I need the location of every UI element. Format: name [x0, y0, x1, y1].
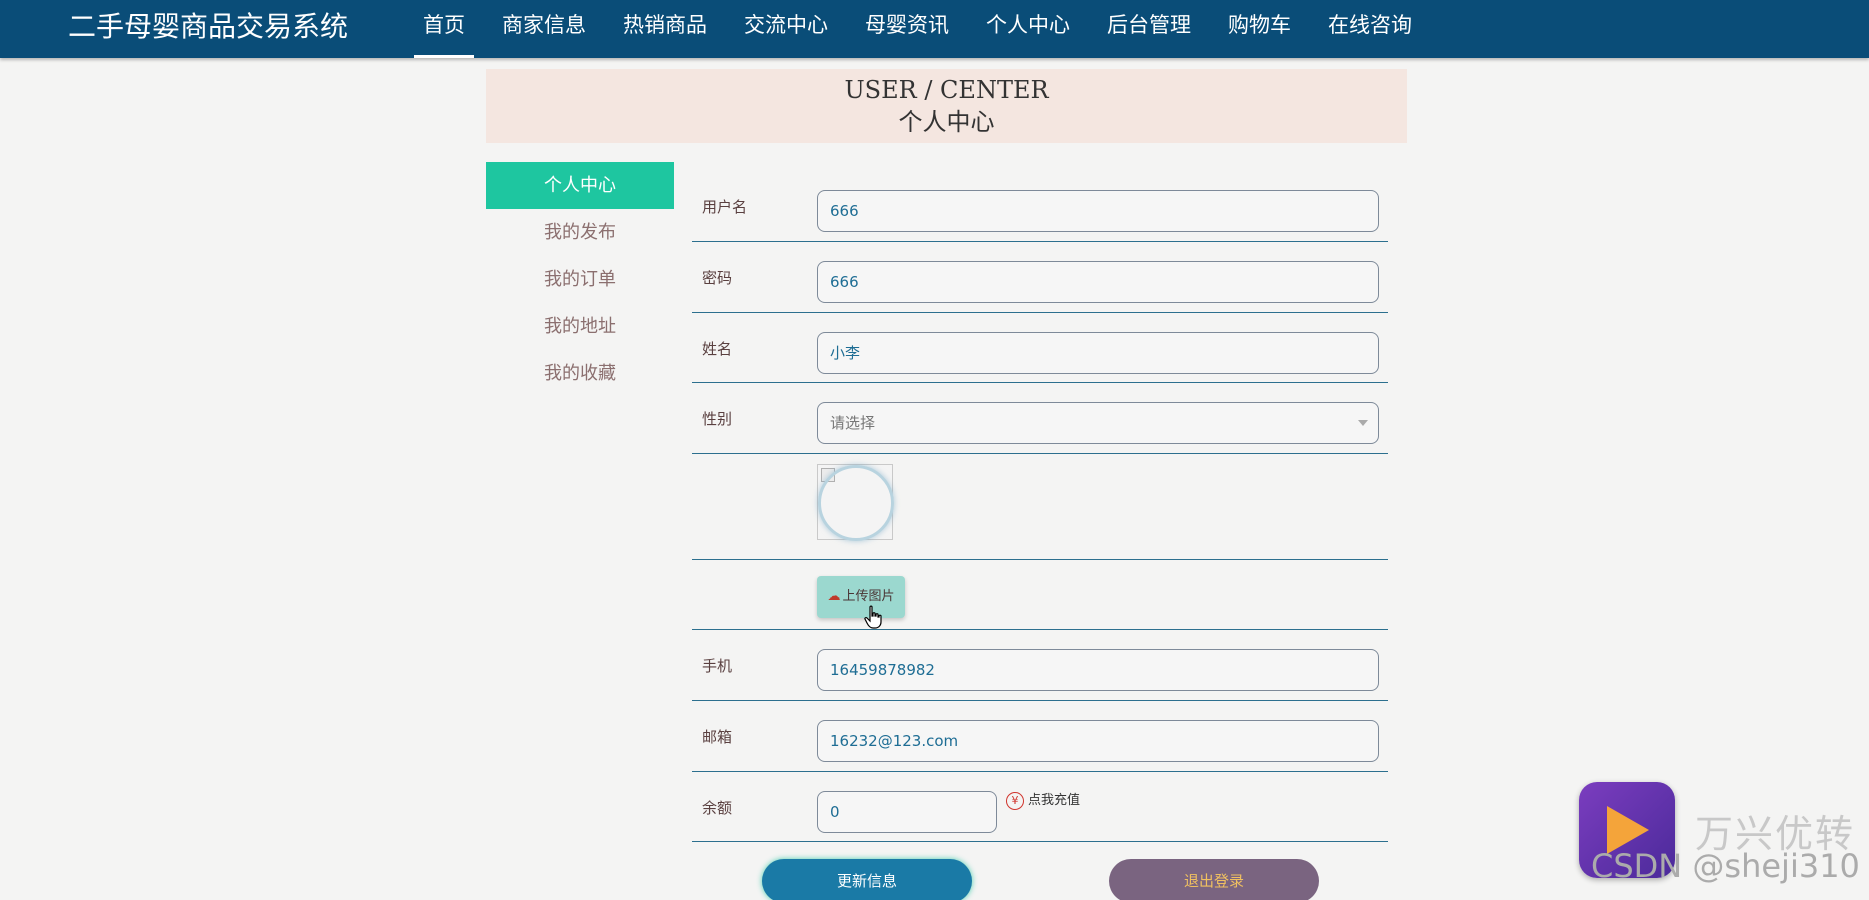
form-row-name: 姓名 小李: [692, 313, 1388, 383]
username-label: 用户名: [702, 198, 748, 216]
form-row-username: 用户名 666: [692, 171, 1388, 242]
nav-consult[interactable]: 在线咨询: [1319, 0, 1421, 58]
upload-image-button[interactable]: ☁ 上传图片: [817, 576, 905, 618]
sidebar-item-user-center[interactable]: 个人中心: [486, 162, 674, 209]
recharge-link[interactable]: ¥ 点我充值: [1006, 791, 1080, 811]
form-row-phone: 手机 16459878982: [692, 630, 1388, 701]
form-row-upload: ☁ 上传图片: [692, 560, 1388, 630]
site-title: 二手母婴商品交易系统: [68, 10, 349, 43]
password-input[interactable]: 666: [817, 261, 1379, 303]
form-row-balance: 余额 0 ¥ 点我充值: [692, 772, 1388, 842]
nav-user-center[interactable]: 个人中心: [977, 0, 1079, 58]
balance-input[interactable]: 0: [817, 791, 997, 833]
watermark-csdn: CSDN @sheji310: [1591, 847, 1860, 885]
cloud-upload-icon: ☁: [827, 589, 841, 604]
nav-cart[interactable]: 购物车: [1219, 0, 1300, 58]
sidebar-item-my-address[interactable]: 我的地址: [486, 303, 674, 350]
form-row-password: 密码 666: [692, 242, 1388, 313]
avatar-preview[interactable]: [817, 464, 894, 541]
update-info-button[interactable]: 更新信息: [762, 859, 972, 900]
form-row-email: 邮箱 16232@123.com: [692, 701, 1388, 772]
main-nav: 首页 商家信息 热销商品 交流中心 母婴资讯 个人中心 后台管理 购物车 在线咨…: [414, 0, 1440, 58]
banner-title-en: USER / CENTER: [844, 76, 1049, 104]
avatar-circle: [818, 465, 894, 541]
balance-label: 余额: [702, 799, 733, 817]
nav-home[interactable]: 首页: [414, 0, 474, 58]
username-input[interactable]: 666: [817, 190, 1379, 232]
name-label: 姓名: [702, 340, 733, 358]
form-row-avatar: [692, 454, 1388, 560]
name-input[interactable]: 小李: [817, 332, 1379, 374]
page-banner: USER / CENTER 个人中心: [486, 69, 1407, 143]
phone-input[interactable]: 16459878982: [817, 649, 1379, 691]
nav-merchant-info[interactable]: 商家信息: [493, 0, 595, 58]
logout-button[interactable]: 退出登录: [1109, 859, 1319, 900]
banner-title-cn: 个人中心: [898, 108, 995, 136]
profile-form: 用户名 666 密码 666 姓名 小李 性别 请选择 ☁ 上传图片 手机 164…: [692, 171, 1388, 842]
nav-hot-products[interactable]: 热销商品: [614, 0, 716, 58]
top-navbar: 二手母婴商品交易系统 首页 商家信息 热销商品 交流中心 母婴资讯 个人中心 后…: [0, 0, 1869, 58]
email-label: 邮箱: [702, 728, 733, 746]
gender-select[interactable]: 请选择: [817, 402, 1379, 444]
chevron-down-icon: [1358, 420, 1368, 426]
hand-cursor-icon: [864, 605, 882, 629]
upload-image-label: 上传图片: [842, 589, 895, 604]
email-input[interactable]: 16232@123.com: [817, 720, 1379, 762]
sidebar-item-my-posts[interactable]: 我的发布: [486, 209, 674, 256]
sidebar-item-my-orders[interactable]: 我的订单: [486, 256, 674, 303]
nav-admin[interactable]: 后台管理: [1098, 0, 1200, 58]
nav-news[interactable]: 母婴资讯: [856, 0, 958, 58]
sidebar-menu: 个人中心 我的发布 我的订单 我的地址 我的收藏: [486, 162, 674, 397]
gender-select-placeholder: 请选择: [830, 414, 876, 432]
yen-icon: ¥: [1006, 791, 1024, 810]
password-label: 密码: [702, 269, 733, 287]
sidebar-item-my-favorites[interactable]: 我的收藏: [486, 350, 674, 397]
gender-label: 性别: [702, 410, 733, 428]
phone-label: 手机: [702, 657, 733, 675]
recharge-label: 点我充值: [1028, 793, 1081, 808]
form-row-gender: 性别 请选择: [692, 383, 1388, 454]
nav-forum[interactable]: 交流中心: [735, 0, 837, 58]
